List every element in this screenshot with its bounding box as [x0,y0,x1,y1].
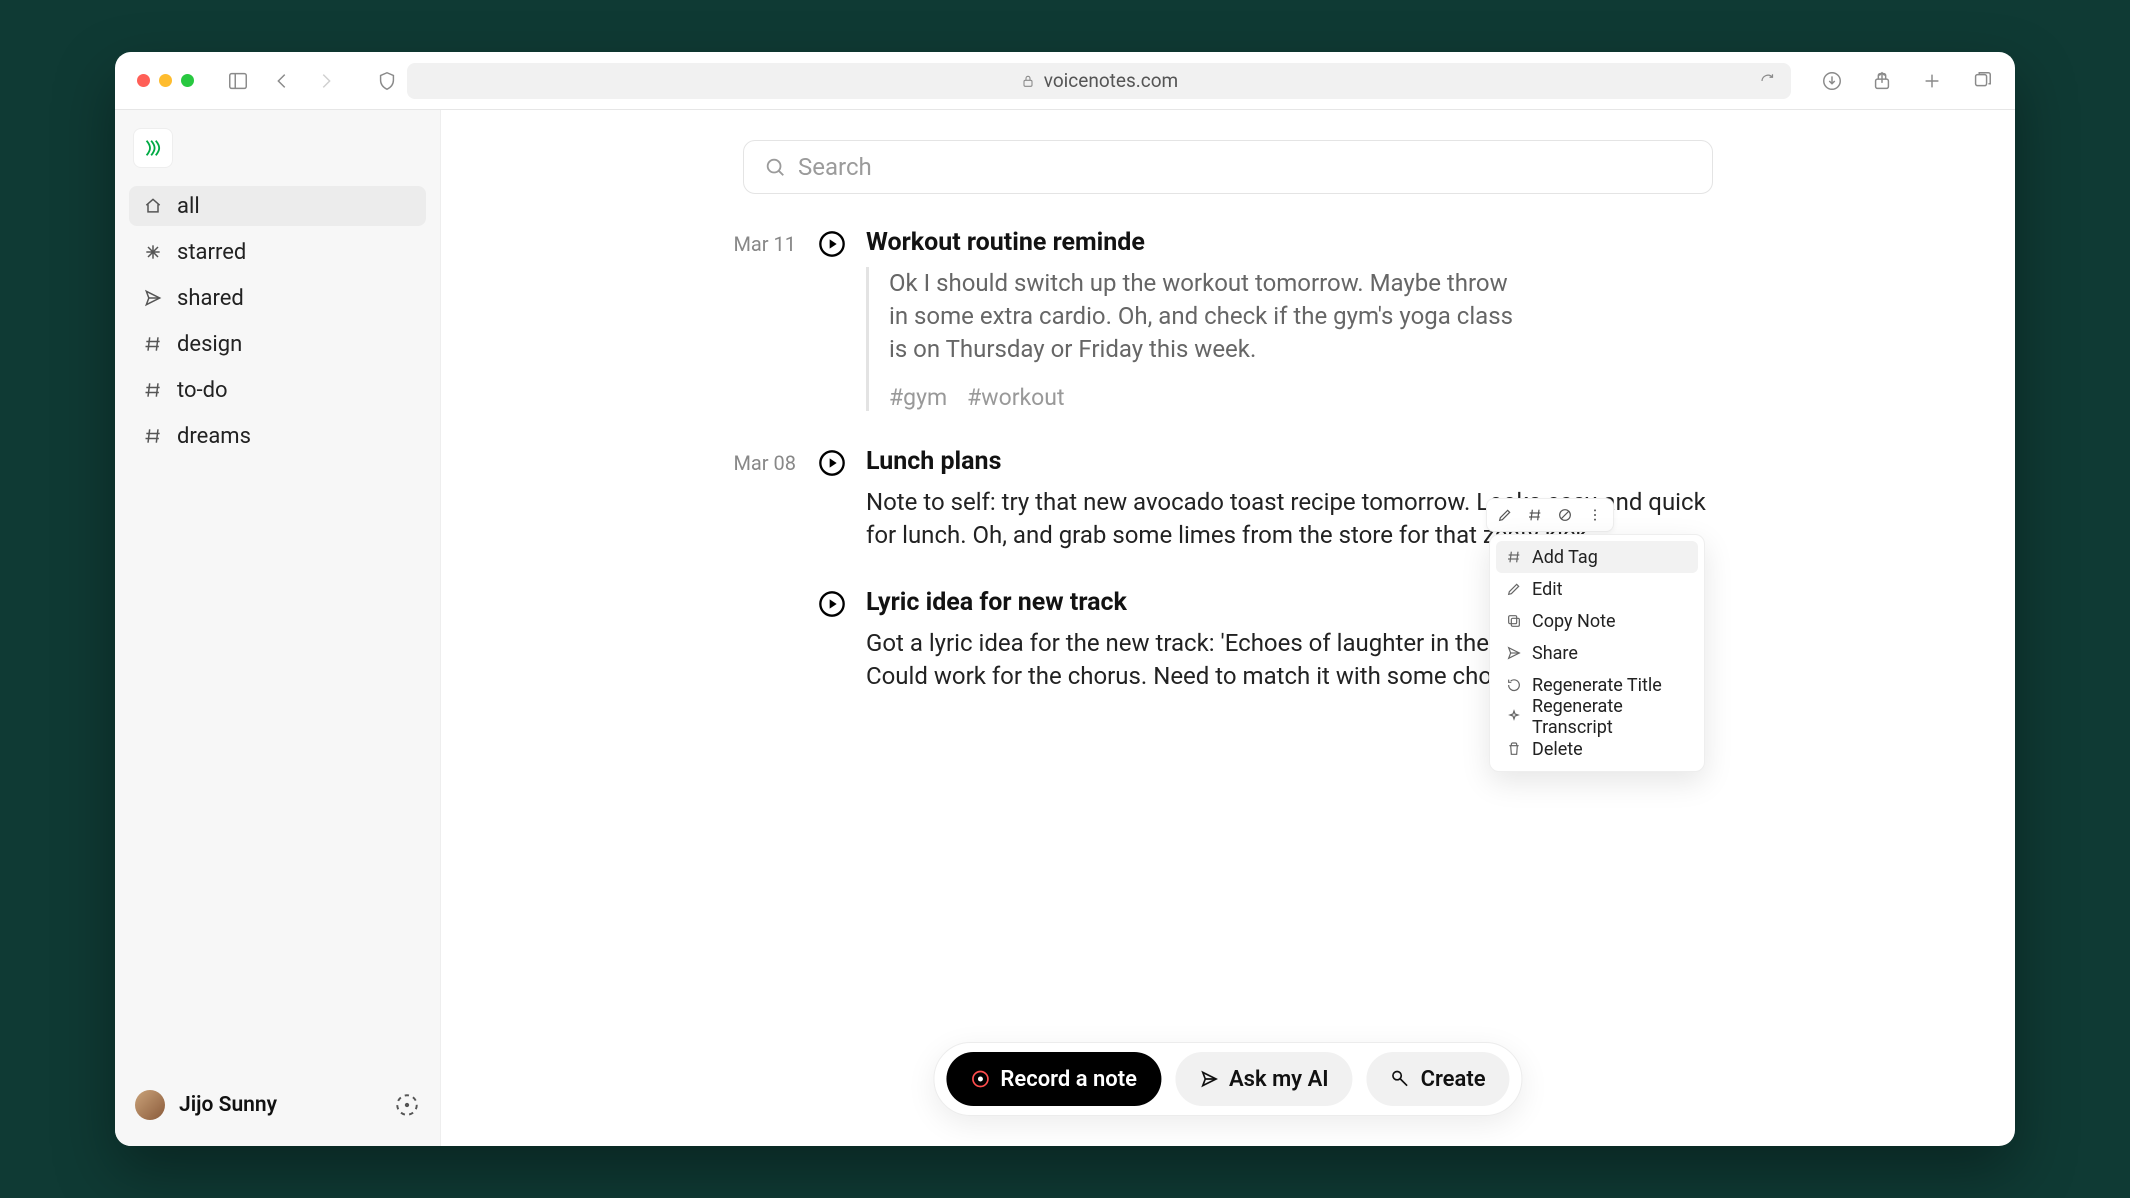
note-tags: #gym #workout [889,384,1728,411]
menu-item-label: Edit [1532,579,1562,600]
traffic-light-close[interactable] [137,74,150,87]
sidebar-item-starred[interactable]: starred [129,232,426,272]
play-button-icon[interactable] [818,230,846,258]
menu-item-label: Copy Note [1532,611,1616,632]
note-title: Lunch plans [866,447,1726,476]
copy-icon [1506,613,1522,629]
hash-icon [1506,549,1522,565]
floating-action-bar: Record a note Ask my AI Create [933,1042,1522,1116]
sidebar-item-dreams[interactable]: dreams [129,416,426,456]
menu-add-tag[interactable]: Add Tag [1496,541,1698,573]
sidebar-item-all[interactable]: all [129,186,426,226]
search-placeholder: Search [798,153,872,181]
note-date: Mar 11 [728,228,818,411]
tab-overview-icon[interactable] [1971,70,1993,92]
url-host: voicenotes.com [1044,69,1178,92]
address-bar[interactable]: voicenotes.com [407,63,1791,99]
main-pane: Search Mar 11 Workout routine reminde Ok [441,110,2015,1146]
user-name: Jijo Sunny [179,1093,277,1117]
sidebar-item-label: dreams [177,424,251,449]
sidebar-user[interactable]: Jijo Sunny [129,1082,426,1128]
record-icon [970,1069,990,1089]
sidebar-item-todo[interactable]: to-do [129,370,426,410]
note-date: Mar 08 [728,447,818,552]
menu-regen-transcript[interactable]: Regenerate Transcript [1496,701,1698,733]
hash-icon[interactable] [1523,503,1547,527]
trash-icon [1506,741,1522,757]
button-label: Create [1421,1067,1486,1092]
menu-share[interactable]: Share [1496,637,1698,669]
note-action-rail [1486,498,1614,532]
pencil-icon [1506,581,1522,597]
browser-titlebar: voicenotes.com [115,52,2015,110]
app-window: voicenotes.com all [115,52,2015,1146]
home-icon [143,196,163,216]
search-input[interactable]: Search [743,140,1713,194]
menu-item-label: Delete [1532,739,1583,760]
menu-item-label: Add Tag [1532,547,1598,568]
share-icon[interactable] [1871,70,1893,92]
block-icon[interactable] [1553,503,1577,527]
refresh-icon [1506,677,1522,693]
traffic-light-minimize[interactable] [159,74,172,87]
menu-item-label: Regenerate Transcript [1532,696,1688,738]
ask-ai-button[interactable]: Ask my AI [1175,1052,1353,1106]
privacy-shield-icon[interactable] [376,70,398,92]
menu-item-label: Share [1532,643,1578,664]
record-note-button[interactable]: Record a note [946,1052,1161,1106]
note-tag[interactable]: #gym [889,384,947,411]
note-title: Workout routine reminde [866,228,1728,257]
app-logo[interactable] [133,128,173,168]
hash-icon [143,426,163,446]
nav-back-icon[interactable] [271,70,293,92]
menu-item-label: Regenerate Title [1532,675,1662,696]
sidebar-item-design[interactable]: design [129,324,426,364]
hash-icon [143,334,163,354]
sidebar-item-label: to-do [177,378,228,403]
search-icon [764,156,786,178]
play-button-icon[interactable] [818,590,846,618]
button-label: Record a note [1000,1067,1137,1092]
send-icon [143,288,163,308]
reload-icon[interactable] [1759,72,1777,90]
send-icon [1506,645,1522,661]
menu-edit[interactable]: Edit [1496,573,1698,605]
spark-icon [143,242,163,262]
sidebar-item-label: starred [177,240,246,265]
sidebar-item-label: all [177,194,200,219]
sync-status-icon[interactable] [394,1092,420,1118]
avatar [135,1090,165,1120]
note-date [728,588,818,693]
wand-icon [1391,1069,1411,1089]
downloads-icon[interactable] [1821,70,1843,92]
sidebar-item-shared[interactable]: shared [129,278,426,318]
menu-copy[interactable]: Copy Note [1496,605,1698,637]
context-menu: Add Tag Edit Copy Note Share [1489,534,1705,772]
note-tag[interactable]: #workout [967,384,1064,411]
traffic-light-zoom[interactable] [181,74,194,87]
note-row[interactable]: Mar 11 Workout routine reminde Ok I shou… [728,228,1728,411]
sidebar-list: all starred shared design [129,186,426,456]
note-text: Ok I should switch up the workout tomorr… [889,267,1529,366]
send-icon [1199,1069,1219,1089]
nav-forward-icon[interactable] [315,70,337,92]
sidebar-toggle-icon[interactable] [227,70,249,92]
play-button-icon[interactable] [818,449,846,477]
hash-icon [143,380,163,400]
more-icon[interactable] [1583,503,1607,527]
sidebar-item-label: design [177,332,242,357]
lock-icon [1020,73,1036,89]
sidebar-item-label: shared [177,286,244,311]
create-button[interactable]: Create [1367,1052,1510,1106]
sidebar: all starred shared design [115,110,441,1146]
edit-icon[interactable] [1493,503,1517,527]
button-label: Ask my AI [1229,1067,1329,1092]
new-tab-icon[interactable] [1921,70,1943,92]
sparkle-icon [1506,709,1522,725]
